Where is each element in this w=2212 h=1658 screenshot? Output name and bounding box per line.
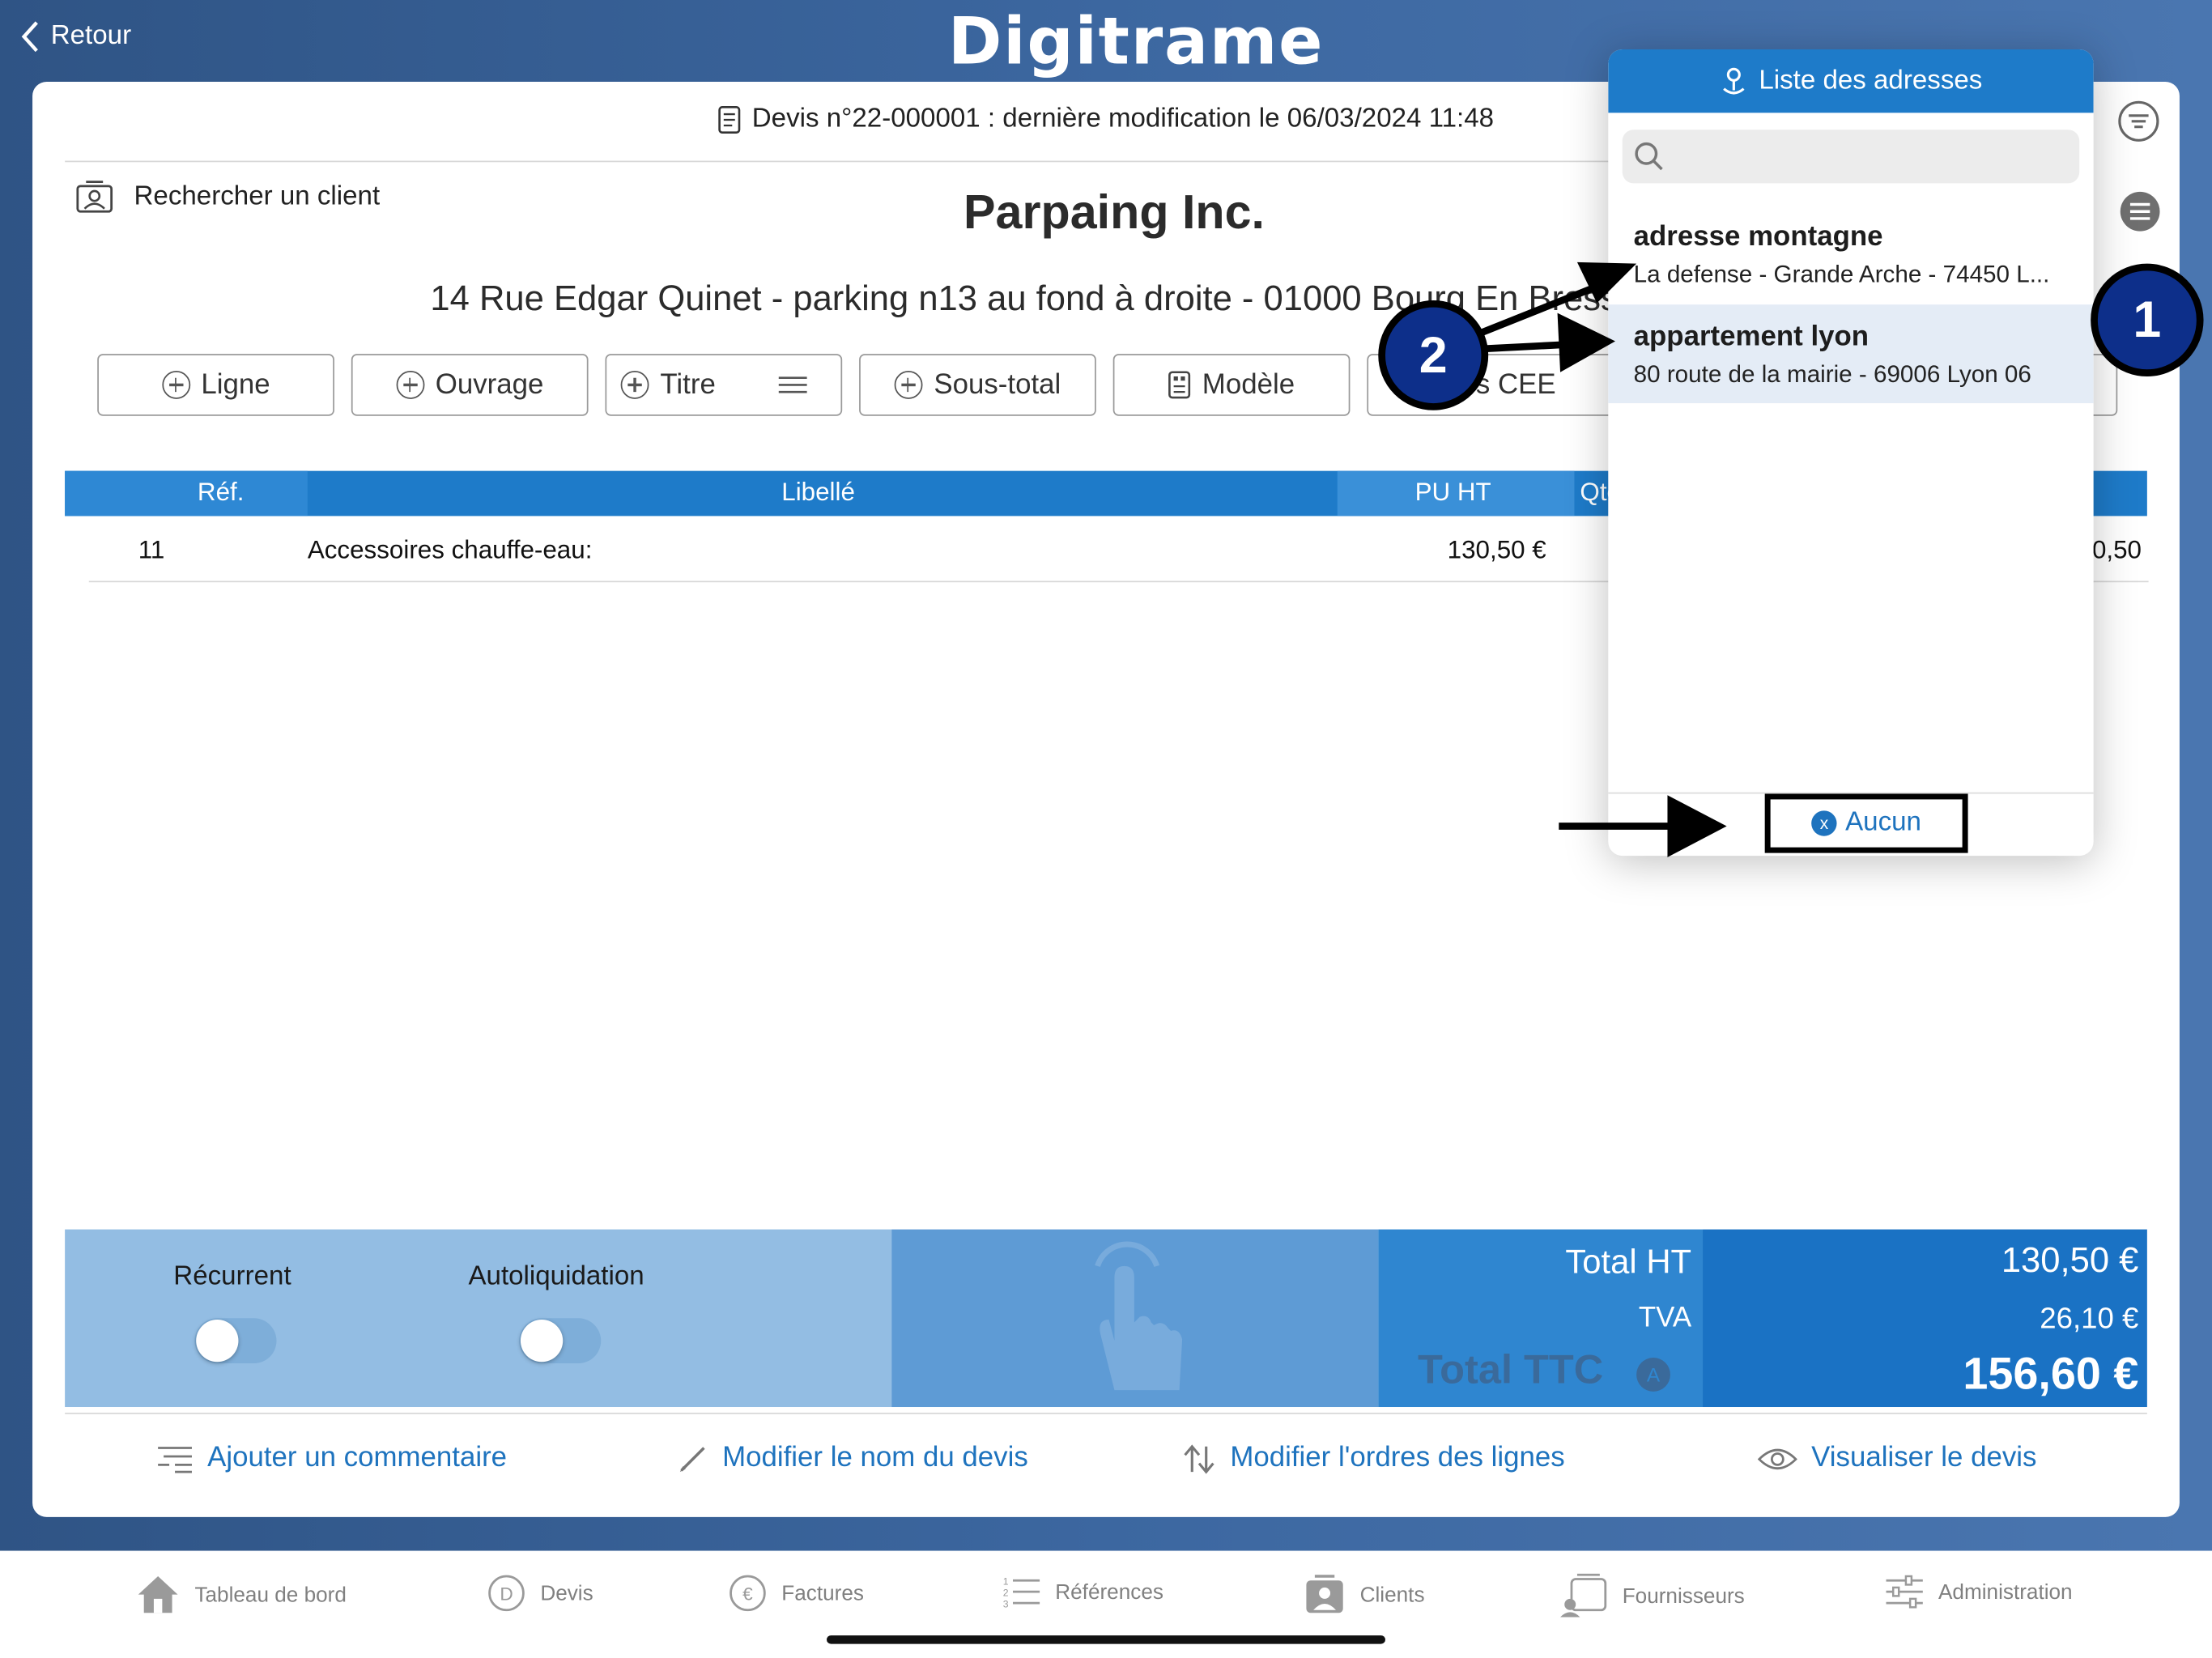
list-icon: 123	[1003, 1575, 1040, 1609]
euro-icon: €	[730, 1575, 766, 1612]
annotation-badge-2: 2	[1378, 300, 1489, 410]
annotation-badge-1: 1	[2091, 263, 2204, 376]
annotation-arrows	[1465, 261, 1727, 857]
tab-label: Clients	[1359, 1582, 1425, 1607]
tab-suppliers[interactable]: Fournisseurs	[1560, 1573, 1745, 1619]
svg-text:€: €	[742, 1584, 753, 1605]
svg-text:3: 3	[1003, 1598, 1009, 1609]
clients-icon	[1306, 1575, 1343, 1613]
tab-quotes[interactable]: D Devis	[487, 1574, 593, 1613]
tab-label: Administration	[1938, 1579, 2073, 1604]
tab-references[interactable]: 123 Références	[1002, 1574, 1163, 1610]
tab-clients[interactable]: Clients	[1304, 1574, 1425, 1616]
tab-invoices[interactable]: € Factures	[728, 1574, 864, 1613]
svg-text:2: 2	[1003, 1587, 1009, 1598]
home-icon	[138, 1575, 178, 1613]
tab-label: Tableau de bord	[194, 1582, 347, 1607]
tab-label: Références	[1055, 1579, 1163, 1604]
tab-label: Factures	[781, 1581, 864, 1605]
devis-icon: D	[488, 1575, 525, 1612]
tab-dashboard[interactable]: Tableau de bord	[135, 1574, 347, 1616]
suppliers-icon	[1560, 1573, 1607, 1618]
svg-text:1: 1	[1003, 1575, 1009, 1587]
tab-label: Devis	[540, 1581, 593, 1605]
svg-text:D: D	[500, 1584, 513, 1605]
tab-administration[interactable]: Administration	[1885, 1574, 2073, 1610]
home-indicator	[827, 1635, 1385, 1644]
app-root: Retour Digitrame Devis n°22-000001 : der…	[0, 0, 2212, 1658]
tab-label: Fournisseurs	[1622, 1584, 1745, 1609]
settings-icon	[1886, 1575, 1923, 1609]
